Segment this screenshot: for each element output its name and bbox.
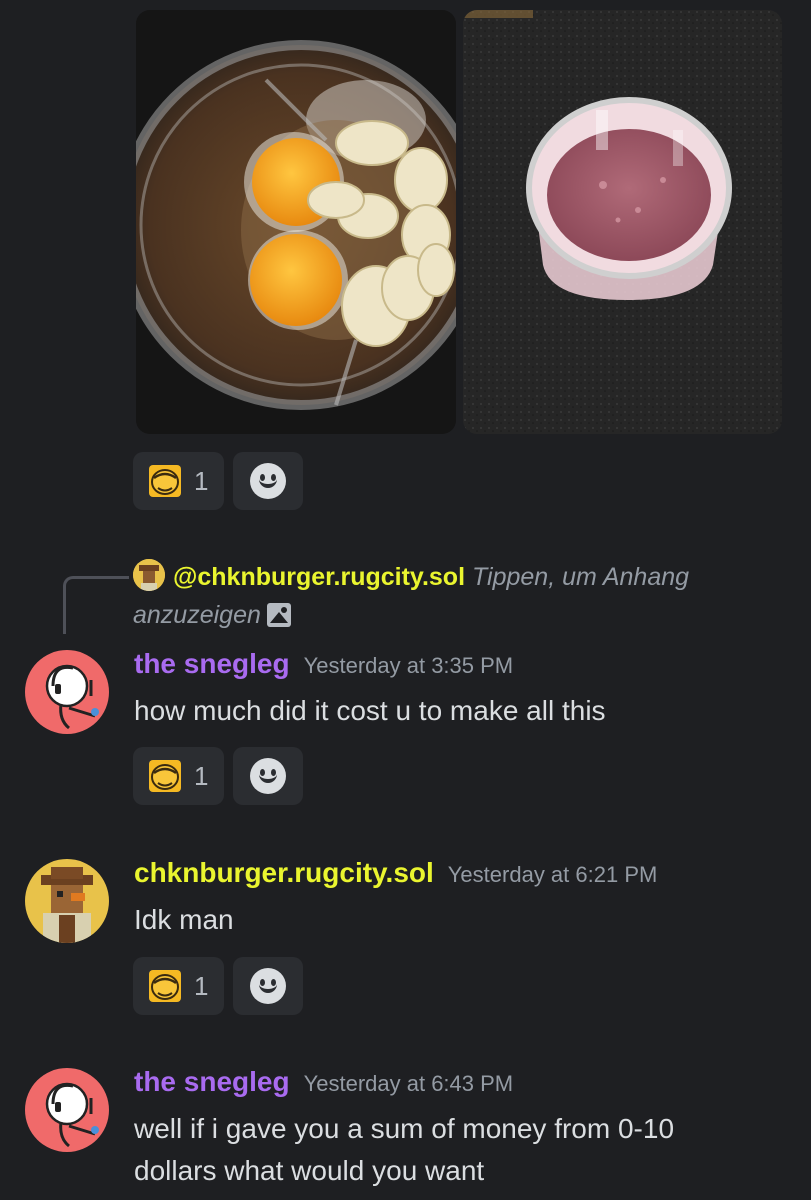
add-reaction-button[interactable] (233, 747, 303, 805)
image-icon (266, 603, 291, 627)
smiley-icon (250, 758, 286, 794)
pepe-emoji-icon (149, 760, 181, 792)
reaction-bar: 1 (133, 957, 303, 1015)
reaction-pill[interactable]: 1 (133, 957, 224, 1015)
attachment-image-eggs-bananas[interactable] (136, 10, 456, 434)
add-reaction-button[interactable] (233, 452, 303, 510)
reaction-count: 1 (194, 465, 209, 496)
reply-mention[interactable]: @chknburger.rugcity.sol (173, 563, 465, 591)
timestamp: Yesterday at 3:35 PM (303, 653, 514, 678)
username[interactable]: chknburger.rugcity.sol (134, 857, 434, 888)
reaction-count: 1 (194, 760, 209, 791)
avatar-the-snegleg[interactable] (25, 1068, 109, 1152)
reply-reference[interactable]: @chknburger.rugcity.sol Tippen, um Anhan… (133, 558, 753, 634)
add-reaction-button[interactable] (233, 957, 303, 1015)
timestamp: Yesterday at 6:21 PM (447, 862, 658, 887)
pepe-emoji-icon (149, 970, 181, 1002)
message-text-line-2: dollars what would you want (134, 1155, 485, 1186)
message-text: how much did it cost u to make all this (134, 695, 606, 726)
attachment-image-smoothie[interactable] (463, 10, 782, 434)
avatar-the-snegleg[interactable] (25, 650, 109, 734)
reaction-pill[interactable]: 1 (133, 747, 224, 805)
reaction-count: 1 (194, 970, 209, 1001)
timestamp: Yesterday at 6:43 PM (303, 1071, 514, 1096)
smiley-icon (250, 463, 286, 499)
image-attachments (136, 10, 782, 434)
reaction-bar: 1 (133, 747, 303, 805)
message-text-line-1: well if i gave you a sum of money from 0… (134, 1113, 675, 1144)
smiley-icon (250, 968, 286, 1004)
message-text: Idk man (134, 904, 234, 935)
pepe-emoji-icon (149, 465, 181, 497)
message-header: the snegleg Yesterday at 3:35 PM (134, 648, 513, 680)
message-header: chknburger.rugcity.sol Yesterday at 6:21 … (134, 857, 657, 889)
reaction-pill[interactable]: 1 (133, 452, 224, 510)
username[interactable]: the snegleg (134, 648, 290, 679)
reply-avatar (133, 559, 165, 591)
username[interactable]: the snegleg (134, 1066, 290, 1097)
reaction-bar: 1 (133, 452, 303, 510)
chat-view: 1 @chknburger.rugcity.sol Tippen, um Anh… (0, 0, 811, 1200)
avatar-chknburger[interactable] (25, 859, 109, 943)
message-header: the snegleg Yesterday at 6:43 PM (134, 1066, 513, 1098)
reply-connector (63, 576, 129, 634)
